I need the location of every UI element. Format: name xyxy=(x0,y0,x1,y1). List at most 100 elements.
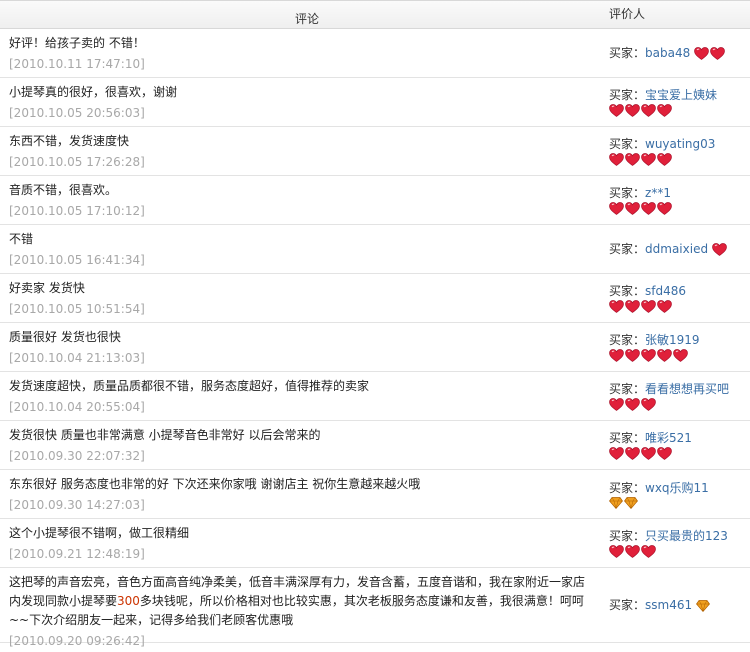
heart-icon xyxy=(609,153,624,166)
diamond-icon xyxy=(624,496,638,509)
price-highlight: 300 xyxy=(117,594,140,608)
heart-icon xyxy=(609,349,624,362)
credit-level xyxy=(609,349,750,362)
heart-icon xyxy=(641,300,656,313)
comment-date: [2010.09.30 14:27:03] xyxy=(9,498,145,512)
heart-icon xyxy=(657,349,672,362)
buyer-name-link[interactable]: baba48 xyxy=(645,46,690,60)
comment-date: [2010.10.05 17:10:12] xyxy=(9,204,145,218)
heart-icon xyxy=(641,104,656,117)
heart-icon xyxy=(625,104,640,117)
credit-level xyxy=(694,47,725,60)
table-row: 东西不错，发货速度快 [2010.10.05 17:26:28] 买家：wuyati… xyxy=(0,127,750,176)
comment-text: 发货很快 质量也非常满意 小提琴音色非常好 以后会常来的 xyxy=(9,428,321,442)
comment-cell: 音质不错，很喜欢。 [2010.10.05 17:10:12] xyxy=(0,176,605,224)
heart-icon xyxy=(641,398,656,411)
comment-text: 东西不错，发货速度快 xyxy=(9,134,130,148)
table-row: 东东很好 服务态度也非常的好 下次还来你家哦 谢谢店主 祝你生意越来越火哦 [20… xyxy=(0,470,750,519)
table-row: 不错 [2010.10.05 16:41:34] 买家：ddmaixied xyxy=(0,225,750,274)
table-body: 好评！给孩子卖的 不错！ [2010.10.11 17:47:10] 买家： baba… xyxy=(0,29,750,568)
buyer-name-link[interactable]: ddmaixied xyxy=(645,242,708,256)
credit-level xyxy=(712,243,727,256)
buyer-name-link[interactable]: z**1 xyxy=(645,186,671,200)
credit-level xyxy=(609,104,750,117)
header-comment: 评论 xyxy=(294,12,319,26)
comment-cell: 这把琴的声音宏亮，音色方面高音纯净柔美，低音丰满深厚有力，发音含蓄，五度音谐和，… xyxy=(0,568,605,648)
comment-cell: 东东很好 服务态度也非常的好 下次还来你家哦 谢谢店主 祝你生意越来越火哦 [20… xyxy=(0,470,605,518)
buyer-name-link[interactable]: ssm461 xyxy=(645,598,692,612)
comment-text: 好评！给孩子卖的 不错！ xyxy=(9,36,145,50)
buyer-label: 买家： xyxy=(609,382,646,396)
heart-icon xyxy=(641,349,656,362)
heart-icon xyxy=(609,202,624,215)
buyer-label: 买家： xyxy=(609,88,646,102)
credit-level xyxy=(609,496,750,509)
comment-text: 好卖家 发货快 xyxy=(9,281,85,295)
comment-cell: 质量很好 发货也很快 [2010.10.04 21:13:03] xyxy=(0,323,605,371)
reviewer-cell: 买家：唯彩521 xyxy=(605,421,750,469)
credit-level xyxy=(609,202,750,215)
comment-cell: 不错 [2010.10.05 16:41:34] xyxy=(0,225,605,273)
buyer-name-link[interactable]: 只买最贵的123 xyxy=(645,529,728,543)
heart-icon xyxy=(609,545,624,558)
buyer-label: 买家： xyxy=(609,137,646,151)
heart-icon xyxy=(625,300,640,313)
heart-icon xyxy=(625,398,640,411)
table-row: 好卖家 发货快 [2010.10.05 10:51:54] 买家：sfd486 xyxy=(0,274,750,323)
buyer-name-link[interactable]: wxq乐购11 xyxy=(645,481,709,495)
comment-cell: 小提琴真的很好，很喜欢，谢谢 [2010.10.05 20:56:03] xyxy=(0,78,605,126)
buyer-label: 买家： xyxy=(609,529,646,543)
buyer-name-link[interactable]: 宝宝爱上姨妹 xyxy=(645,88,717,102)
buyer-name-link[interactable]: wuyating03 xyxy=(645,137,715,151)
reviewer-cell: 买家：wxq乐购11 xyxy=(605,470,750,518)
reviewer-cell: 买家：只买最贵的123 xyxy=(605,519,750,567)
heart-icon xyxy=(625,545,640,558)
comment-text: 这把琴的声音宏亮，音色方面高音纯净柔美，低音丰满深厚有力，发音含蓄，五度音谐和，… xyxy=(9,575,586,627)
heart-icon xyxy=(625,202,640,215)
comment-date: [2010.10.11 17:47:10] xyxy=(9,57,145,71)
comment-date: [2010.09.30 22:07:32] xyxy=(9,449,145,463)
heart-icon xyxy=(609,447,624,460)
table-row: 发货速度超快，质量品质都很不错，服务态度超好，值得推荐的卖家 [2010.10.0… xyxy=(0,372,750,421)
comment-text: 质量很好 发货也很快 xyxy=(9,330,121,344)
buyer-name-link[interactable]: sfd486 xyxy=(645,284,686,298)
heart-icon xyxy=(625,447,640,460)
comment-cell: 这个小提琴很不错啊，做工很精细 [2010.09.21 12:48:19] xyxy=(0,519,605,567)
credit-level xyxy=(609,447,750,460)
comment-text: 东东很好 服务态度也非常的好 下次还来你家哦 谢谢店主 祝你生意越来越火哦 xyxy=(9,477,421,491)
reviewer-cell: 买家：wuyating03 xyxy=(605,127,750,175)
reviewer-cell: 买家：宝宝爱上姨妹 xyxy=(605,78,750,126)
credit-level xyxy=(609,153,750,166)
heart-icon xyxy=(657,447,672,460)
comment-date: [2010.10.05 16:41:34] xyxy=(9,253,145,267)
heart-icon xyxy=(625,153,640,166)
heart-icon xyxy=(641,447,656,460)
heart-icon xyxy=(641,202,656,215)
comment-cell: 好评！给孩子卖的 不错！ [2010.10.11 17:47:10] xyxy=(0,29,605,77)
heart-icon xyxy=(673,349,688,362)
heart-icon xyxy=(641,153,656,166)
comment-cell: 好卖家 发货快 [2010.10.05 10:51:54] xyxy=(0,274,605,322)
heart-icon xyxy=(657,153,672,166)
buyer-name-link[interactable]: 唯彩521 xyxy=(645,431,692,445)
buyer-label: 买家： xyxy=(609,242,646,256)
reviewer-cell: 买家：ssm461 xyxy=(605,568,750,642)
heart-icon xyxy=(625,349,640,362)
comment-date: [2010.10.04 20:55:04] xyxy=(9,400,145,414)
buyer-label: 买家： xyxy=(609,333,646,347)
header-reviewer: 评价人 xyxy=(609,7,646,21)
buyer-name-link[interactable]: 张敏1919 xyxy=(645,333,700,347)
table-row: 发货很快 质量也非常满意 小提琴音色非常好 以后会常来的 [2010.09.30 … xyxy=(0,421,750,470)
comment-date: [2010.10.05 17:26:28] xyxy=(9,155,145,169)
comment-cell: 发货速度超快，质量品质都很不错，服务态度超好，值得推荐的卖家 [2010.10.0… xyxy=(0,372,605,420)
heart-icon xyxy=(641,545,656,558)
table-row: 好评！给孩子卖的 不错！ [2010.10.11 17:47:10] 买家：baba… xyxy=(0,29,750,78)
diamond-icon xyxy=(696,599,710,612)
reviewer-cell: 买家：看看想想再买吧 xyxy=(605,372,750,420)
heart-icon xyxy=(694,47,709,60)
table-row: 质量很好 发货也很快 [2010.10.04 21:13:03] 买家：张敏1919 xyxy=(0,323,750,372)
table-row: 这把琴的声音宏亮，音色方面高音纯净柔美，低音丰满深厚有力，发音含蓄，五度音谐和，… xyxy=(0,568,750,648)
comment-date: [2010.10.05 10:51:54] xyxy=(9,302,145,316)
buyer-name-link[interactable]: 看看想想再买吧 xyxy=(645,382,729,396)
table-row: 音质不错，很喜欢。 [2010.10.05 17:10:12] 买家：z**1 xyxy=(0,176,750,225)
